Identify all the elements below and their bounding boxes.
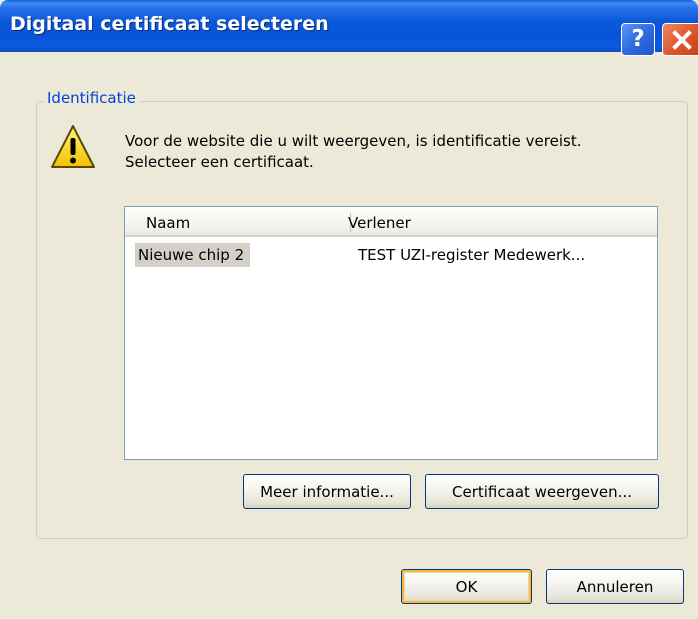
help-button[interactable]: ? [621,23,655,56]
help-icon: ? [631,26,645,52]
certificate-row[interactable]: Nieuwe chip 2 TEST UZI-register Medewerk… [125,243,657,269]
title-bar[interactable]: Digitaal certificaat selecteren ? [0,0,698,56]
certificate-list[interactable]: Naam Verlener Nieuwe chip 2 TEST UZI-reg… [124,206,658,460]
warning-triangle-icon [51,125,95,168]
close-button[interactable] [662,23,698,56]
group-label: Identificatie [44,89,139,107]
certificate-dialog: Digitaal certificaat selecteren ? Identi… [0,0,698,619]
column-header-naam[interactable]: Naam [146,214,190,232]
close-icon [672,29,692,50]
certificate-issuer-cell[interactable]: TEST UZI-register Medewerk... [358,246,585,264]
cancel-button[interactable]: Annuleren [546,569,684,604]
certificate-name-cell[interactable]: Nieuwe chip 2 [135,243,251,267]
column-header-verlener[interactable]: Verlener [348,214,411,232]
list-header: Naam Verlener [125,207,657,237]
window-title: Digitaal certificaat selecteren [10,13,329,35]
view-certificate-button[interactable]: Certificaat weergeven... [425,474,659,509]
ok-button[interactable]: OK [401,569,532,604]
more-info-button[interactable]: Meer informatie... [243,474,411,509]
identification-message: Voor de website die u wilt weergeven, is… [125,132,582,171]
